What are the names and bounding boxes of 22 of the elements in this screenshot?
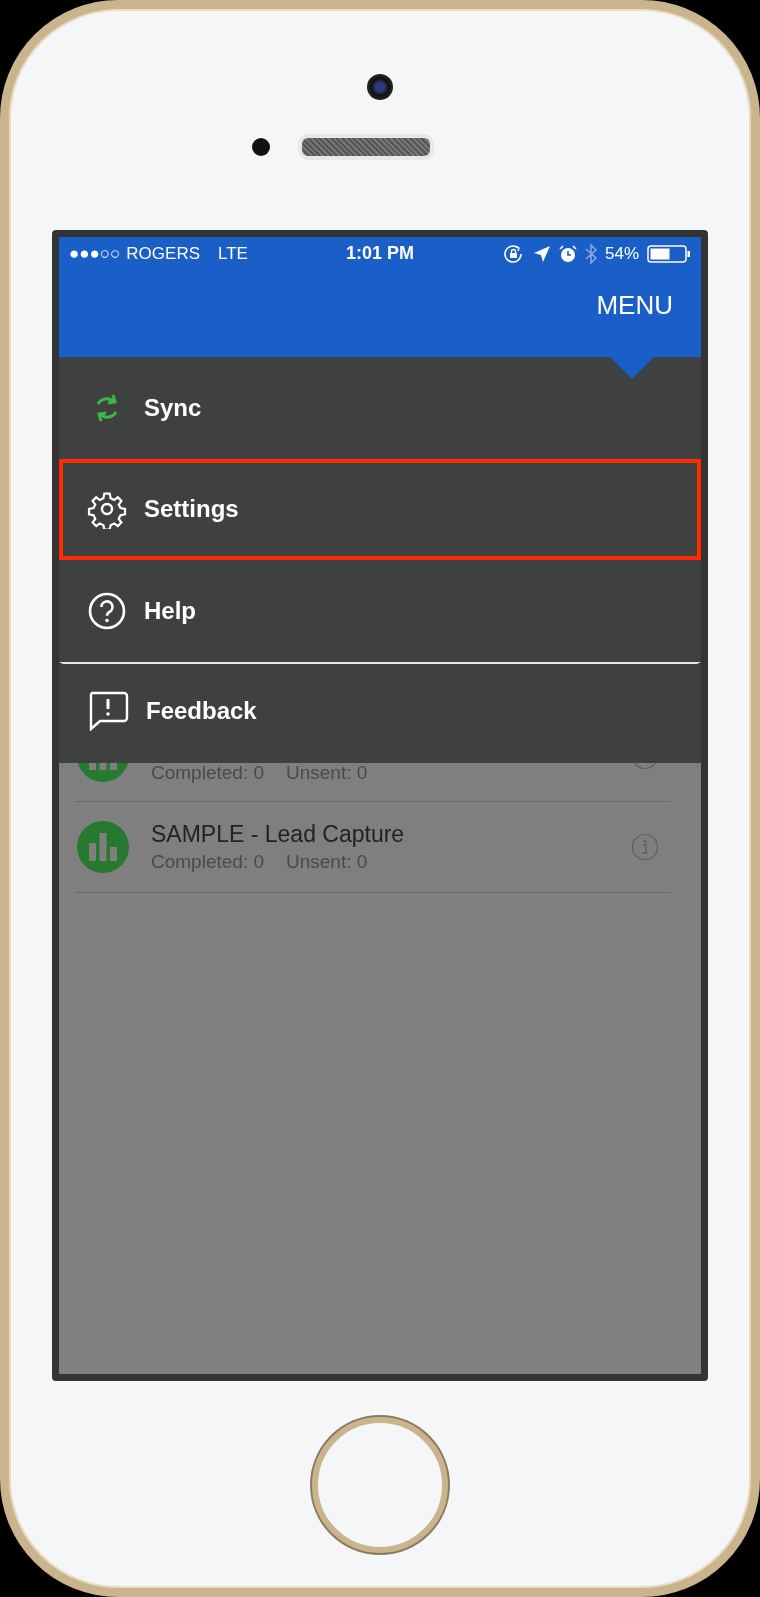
battery-icon — [647, 244, 691, 263]
menu-title[interactable]: MENU — [596, 290, 673, 321]
bar-chart-icon — [77, 821, 129, 873]
menu-item[interactable]: Help — [59, 560, 701, 662]
clock-time: 1:01 PM — [346, 243, 414, 264]
camera-icon — [367, 74, 393, 100]
battery-percentage: 54% — [604, 243, 639, 264]
feedback-icon — [87, 691, 129, 732]
signal-strength: ●●●○○ — [69, 243, 121, 264]
speaker-icon — [298, 134, 434, 160]
alarm-clock-icon — [558, 244, 577, 263]
bluetooth-icon — [584, 243, 597, 264]
menu-item[interactable]: Sync — [59, 357, 701, 459]
sensor-icon — [252, 138, 270, 156]
form-title: SAMPLE - Lead Capture — [151, 821, 406, 848]
rotation-lock-icon — [502, 243, 525, 264]
menu-item[interactable]: Settings — [59, 458, 701, 560]
menu-item[interactable]: Feedback — [59, 661, 701, 763]
location-arrow-icon — [532, 244, 551, 263]
network-type: LTE — [218, 243, 248, 264]
help-icon — [87, 590, 127, 631]
carrier-name: ROGERS — [126, 243, 201, 264]
